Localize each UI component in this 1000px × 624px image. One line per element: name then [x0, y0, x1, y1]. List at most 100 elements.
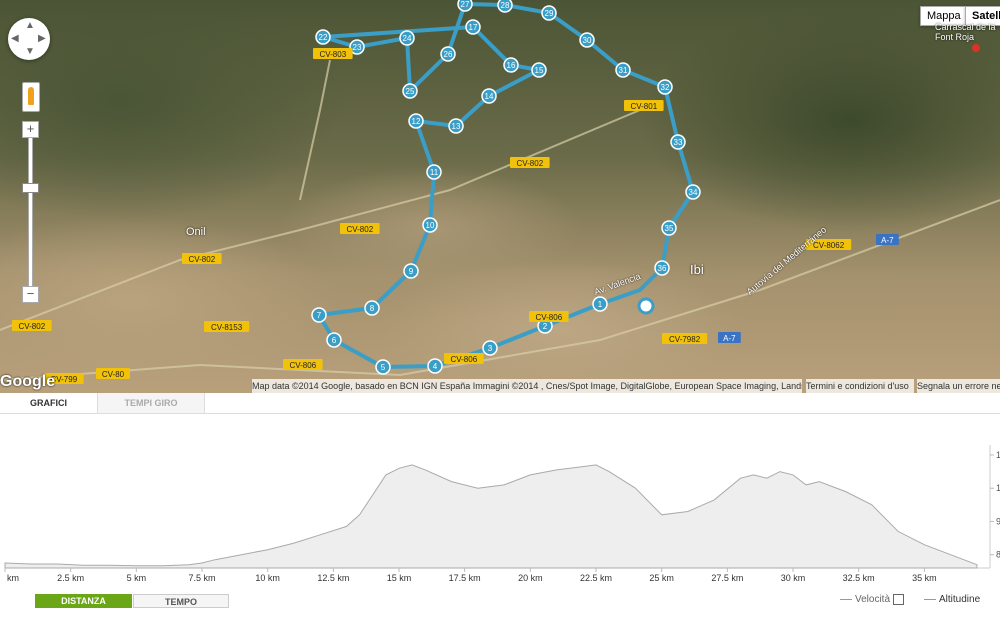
route-marker[interactable]: 1	[592, 296, 608, 312]
route-marker[interactable]: 16	[503, 57, 519, 73]
road-label: CV-802	[340, 223, 380, 234]
pan-right-icon[interactable]: ▶	[38, 34, 46, 44]
road-label: CV-802	[510, 157, 550, 168]
terms-link[interactable]: Termini e condizioni d'uso	[806, 379, 914, 393]
route-marker[interactable]: 17	[465, 19, 481, 35]
route-marker[interactable]: 14	[481, 88, 497, 104]
route-marker[interactable]: 27	[457, 0, 473, 12]
tab-bar: GRAFICI TEMPI GIRO	[0, 393, 1000, 414]
distance-toggle-button[interactable]: DISTANZA	[35, 594, 132, 608]
road-label-text: CV-7982	[669, 335, 701, 344]
route-marker-label: 24	[403, 34, 412, 43]
zoom-slider-track[interactable]	[28, 137, 33, 287]
route-marker-label: 13	[452, 122, 461, 131]
pan-down-icon[interactable]: ▼	[25, 47, 35, 57]
report-error-link[interactable]: Segnala un errore nella mappa	[917, 379, 1000, 393]
route-marker[interactable]: 4	[427, 358, 443, 374]
map-attribution: Map data ©2014 Google, basado en BCN IGN…	[252, 379, 802, 393]
route-marker[interactable]: 36	[654, 260, 670, 276]
route-marker[interactable]: 15	[531, 62, 547, 78]
route-marker[interactable]: 8	[364, 300, 380, 316]
route-marker-label: 31	[619, 66, 628, 75]
x-axis-ticks: km 2.5 km 5 km 7.5 km 10 km 12.5 km 15 km 17.5 …	[4, 568, 937, 583]
route-marker[interactable]: 32	[657, 79, 673, 95]
altitude-legend[interactable]: Altitudine	[924, 594, 980, 605]
route-marker[interactable]: 3	[482, 340, 498, 356]
speed-legend-label: Velocità	[855, 594, 891, 606]
street-view-pegman-icon[interactable]	[22, 82, 40, 112]
route-marker[interactable]: 13	[448, 118, 464, 134]
road-label-text: CV-802	[18, 322, 45, 331]
road-label-text: CV-806	[289, 361, 316, 370]
pan-control[interactable]: ▲ ▼ ◀ ▶	[8, 18, 50, 60]
route-marker[interactable]: 7	[311, 307, 327, 323]
map-pin-icon[interactable]	[972, 44, 980, 52]
route-marker[interactable]: 34	[685, 184, 701, 200]
road-labels-layer: CV-803CV-801CV-802CV-802CV-802CV-8062A-7…	[12, 48, 899, 384]
google-logo: Google	[0, 373, 56, 390]
route-marker-label: 12	[412, 117, 421, 126]
route-marker-label: 33	[674, 138, 683, 147]
route-marker-label: 9	[409, 267, 414, 276]
place-label-ibi: Ibi	[690, 262, 704, 277]
time-toggle-button[interactable]: TEMPO	[133, 594, 229, 608]
start-marker[interactable]	[637, 297, 655, 315]
road-label: CV-80	[96, 368, 130, 379]
road-label: A-7	[718, 332, 741, 343]
route-marker[interactable]: 10	[422, 217, 438, 233]
route-marker-label: 5	[381, 363, 386, 372]
route-marker[interactable]: 24	[399, 30, 415, 46]
speed-line-icon	[840, 599, 852, 600]
y-axis-ticks: 1.1 1,0 900 800	[990, 450, 1000, 560]
x-tick-label: 22.5 km	[580, 573, 612, 583]
altitude-line-icon	[924, 598, 936, 600]
zoom-out-button[interactable]: −	[22, 286, 39, 303]
route-marker[interactable]: 35	[661, 220, 677, 236]
x-tick-label: 15 km	[387, 573, 412, 583]
road-label-text: CV-80	[102, 370, 125, 379]
route-marker-label: 8	[370, 304, 375, 313]
start-marker-icon	[637, 297, 655, 315]
route-marker[interactable]: 11	[426, 164, 442, 180]
zoom-in-button[interactable]: +	[22, 121, 39, 138]
route-marker[interactable]: 29	[541, 5, 557, 21]
route-marker[interactable]: 12	[408, 113, 424, 129]
y-tick-label: 800	[996, 550, 1000, 560]
road-label: CV-8153	[204, 321, 250, 332]
pan-up-icon[interactable]: ▲	[25, 21, 35, 31]
route-marker[interactable]: 30	[579, 32, 595, 48]
speed-legend[interactable]: Velocità	[840, 594, 905, 606]
route-marker-label: 16	[507, 61, 516, 70]
satellite-map[interactable]: 1 2 3 4 5 6 7 8 9 10 11 12 13 14 15 16 17 22 23 24 25 26 27 28 2…	[0, 0, 1000, 393]
road-line	[299, 59, 331, 201]
place-label-font-roja: Carrascal de la Font Roja	[935, 22, 996, 42]
road-label: A-7	[876, 234, 899, 245]
altitude-legend-label: Altitudine	[939, 594, 981, 605]
road-label: CV-802	[182, 253, 222, 264]
speed-checkbox[interactable]	[893, 594, 905, 605]
zoom-slider-handle[interactable]	[22, 183, 39, 193]
route-marker[interactable]: 26	[440, 46, 456, 62]
route-marker[interactable]: 22	[315, 29, 331, 45]
route-marker[interactable]: 28	[497, 0, 513, 13]
route-marker-label: 34	[689, 188, 698, 197]
x-tick-label: 12.5 km	[317, 573, 349, 583]
route-marker[interactable]: 9	[403, 263, 419, 279]
route-marker[interactable]: 31	[615, 62, 631, 78]
route-marker[interactable]: 33	[670, 134, 686, 150]
x-tick-label: 7.5 km	[188, 573, 215, 583]
route-marker-label: 22	[319, 33, 328, 42]
route-marker[interactable]: 6	[326, 332, 342, 348]
x-tick-label: 2.5 km	[57, 573, 84, 583]
route-marker[interactable]: 5	[375, 359, 391, 375]
route-marker-label: 27	[461, 0, 470, 9]
route-marker-label: 4	[433, 362, 438, 371]
road-label: CV-801	[624, 100, 664, 111]
pan-left-icon[interactable]: ◀	[11, 34, 19, 44]
route-marker[interactable]: 25	[402, 83, 418, 99]
x-tick-label: 17.5 km	[449, 573, 481, 583]
route-marker-label: 17	[469, 23, 478, 32]
tab-grafici[interactable]: GRAFICI	[0, 393, 98, 413]
tab-tempi-giro[interactable]: TEMPI GIRO	[98, 393, 205, 414]
route-marker-label: 1	[598, 300, 603, 309]
